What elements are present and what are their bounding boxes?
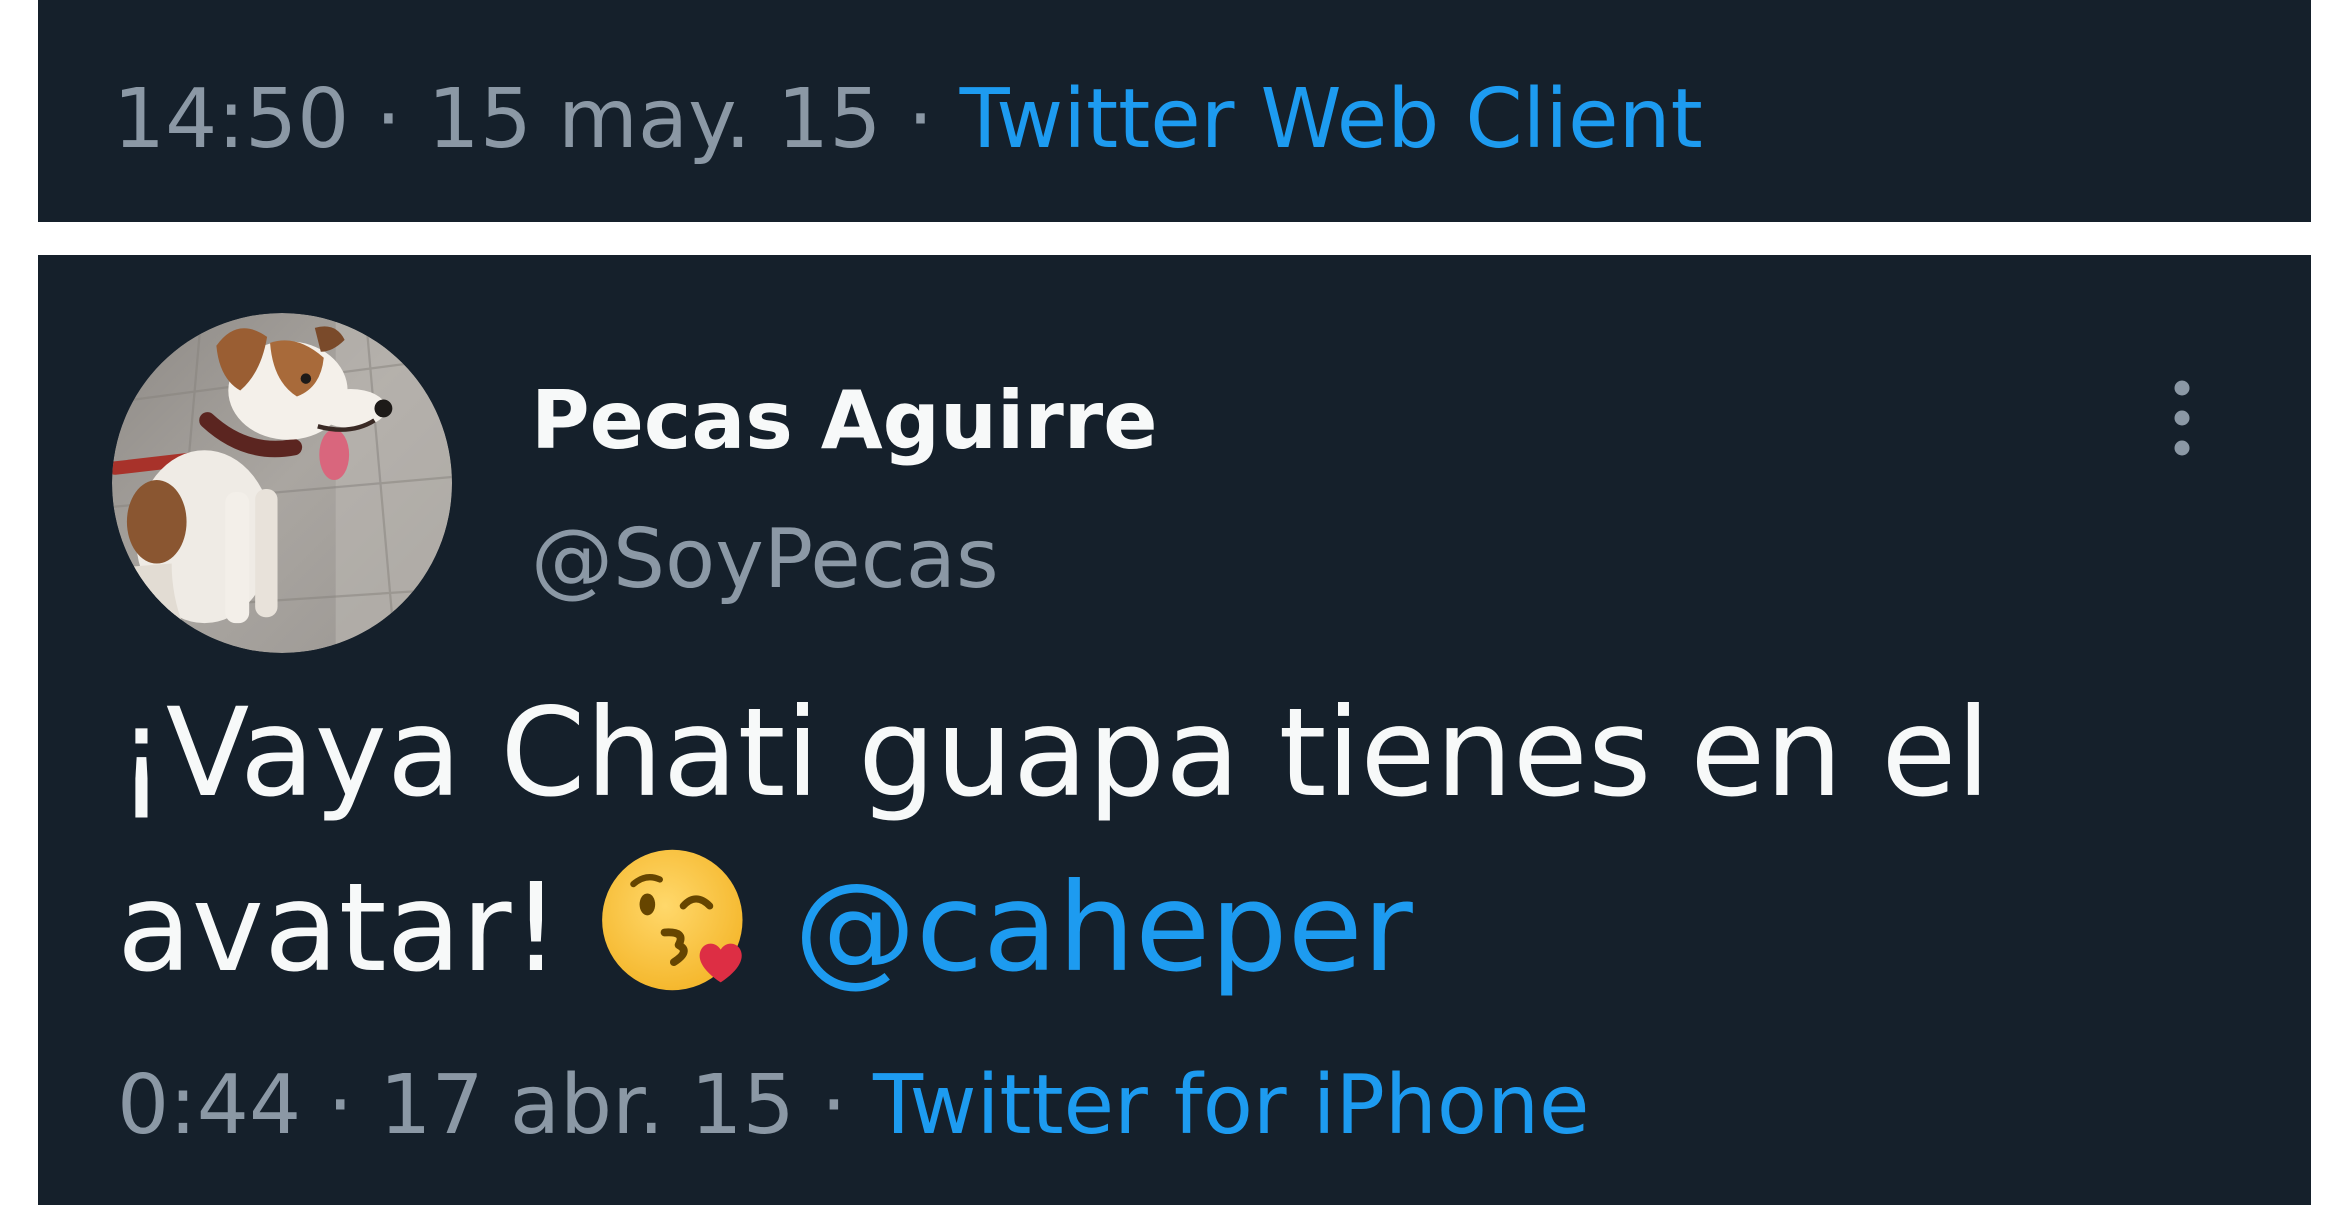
separator: · <box>820 1058 847 1153</box>
separator: · <box>375 72 402 167</box>
tweet-source-link[interactable]: Twitter for iPhone <box>873 1058 1590 1153</box>
previous-tweet-meta: 14:50 · 15 may. 15 · Twitter Web Client <box>113 79 1703 161</box>
separator: · <box>907 72 934 167</box>
tweet-text: ¡Vaya Chati guapa tienes en el avatar! @… <box>117 666 2167 1016</box>
tweet-date[interactable]: 15 may. 15 <box>428 72 882 167</box>
author-name[interactable]: Pecas Aguirre <box>531 381 1157 461</box>
tweet-time[interactable]: 14:50 <box>113 72 349 167</box>
mention-link[interactable]: @caheper <box>794 857 1413 999</box>
face-blowing-kiss-emoji <box>599 842 755 998</box>
avatar[interactable] <box>112 313 452 653</box>
tweet-source-link[interactable]: Twitter Web Client <box>960 72 1703 167</box>
more-options-button[interactable] <box>2152 363 2212 473</box>
previous-tweet-card: 14:50 · 15 may. 15 · Twitter Web Client <box>38 0 2311 222</box>
tweet-card: Pecas Aguirre @SoyPecas ¡Vaya Chati guap… <box>38 255 2311 1205</box>
separator: · <box>327 1058 354 1153</box>
author-handle[interactable]: @SoyPecas <box>531 519 999 601</box>
more-vertical-icon <box>2174 380 2190 456</box>
tweet-meta: 0:44 · 17 abr. 15 · Twitter for iPhone <box>117 1065 1589 1147</box>
tweet-time[interactable]: 0:44 <box>117 1058 301 1153</box>
avatar-image <box>112 313 452 653</box>
tweet-date[interactable]: 17 abr. 15 <box>379 1058 794 1153</box>
